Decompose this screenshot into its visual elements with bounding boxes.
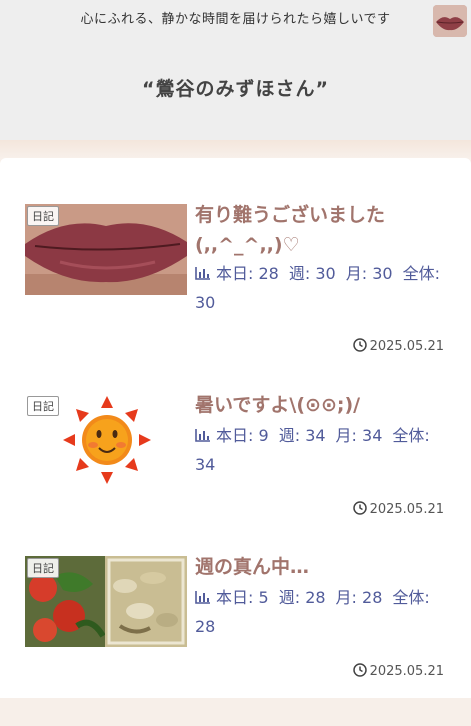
total-count: 30	[195, 293, 216, 312]
today-label: 本日:	[216, 588, 254, 607]
post-stats: 本日: 9 週: 34 月: 34 全体: 34	[195, 421, 455, 479]
post-title[interactable]: 有り難うございました(,,^_^,,)♡	[195, 200, 455, 260]
post-date: 2025.05.21	[352, 501, 444, 517]
post-title[interactable]: 暑いですよ\(⊙⊙;)/	[195, 390, 455, 420]
today-count: 9	[258, 426, 269, 445]
bar-chart-icon	[195, 267, 210, 280]
total-label: 全体:	[392, 588, 430, 607]
lips-avatar-icon[interactable]	[433, 5, 467, 37]
total-count: 34	[195, 455, 216, 474]
site-header: 心にふれる、静かな時間を届けられたら嬉しいです “鶯谷のみずほさん”	[0, 0, 471, 140]
clock-icon	[352, 338, 367, 352]
post-card[interactable]: 日記 週の真ん中… 本日: 5 週: 28 月: 28 全体: 28 2025.…	[0, 556, 471, 726]
post-stats: 本日: 5 週: 28 月: 28 全体: 28	[195, 583, 455, 641]
category-badge[interactable]: 日記	[27, 396, 59, 416]
post-card[interactable]: 日記 暑いですよ\(⊙⊙;)/ 本日: 9 週: 34 月: 34 全体: 34…	[0, 394, 471, 564]
today-count: 28	[258, 264, 279, 283]
month-label: 月:	[345, 264, 368, 283]
today-label: 本日:	[216, 264, 254, 283]
total-count: 28	[195, 617, 216, 636]
today-label: 本日:	[216, 426, 254, 445]
site-tagline: 心にふれる、静かな時間を届けられたら嬉しいです	[80, 12, 391, 27]
category-badge[interactable]: 日記	[27, 206, 59, 226]
post-stats: 本日: 28 週: 30 月: 30 全体: 30	[195, 259, 455, 317]
post-date: 2025.05.21	[352, 338, 444, 354]
post-list: 日記 有り難うございました(,,^_^,,)♡ 本日: 28 週: 30 月: 30…	[0, 158, 471, 698]
header-divider	[0, 140, 471, 160]
week-label: 週:	[278, 426, 301, 445]
month-label: 月:	[335, 426, 357, 445]
today-count: 5	[258, 588, 269, 607]
bar-chart-icon	[195, 429, 210, 442]
week-count: 34	[305, 426, 326, 445]
month-count: 30	[372, 264, 393, 283]
post-title[interactable]: 週の真ん中…	[195, 552, 455, 582]
site-title[interactable]: “鶯谷のみずほさん”	[0, 74, 471, 101]
total-label: 全体:	[402, 264, 440, 283]
clock-icon	[352, 663, 367, 677]
total-label: 全体:	[392, 426, 430, 445]
bar-chart-icon	[195, 591, 210, 604]
post-card[interactable]: 日記 有り難うございました(,,^_^,,)♡ 本日: 28 週: 30 月: 30…	[0, 204, 471, 374]
post-date: 2025.05.21	[352, 663, 444, 679]
month-label: 月:	[335, 588, 357, 607]
week-count: 28	[305, 588, 326, 607]
clock-icon	[352, 501, 367, 515]
week-label: 週:	[288, 264, 311, 283]
month-count: 34	[362, 426, 383, 445]
week-count: 30	[315, 264, 336, 283]
category-badge[interactable]: 日記	[27, 558, 59, 578]
month-count: 28	[362, 588, 383, 607]
week-label: 週:	[278, 588, 301, 607]
